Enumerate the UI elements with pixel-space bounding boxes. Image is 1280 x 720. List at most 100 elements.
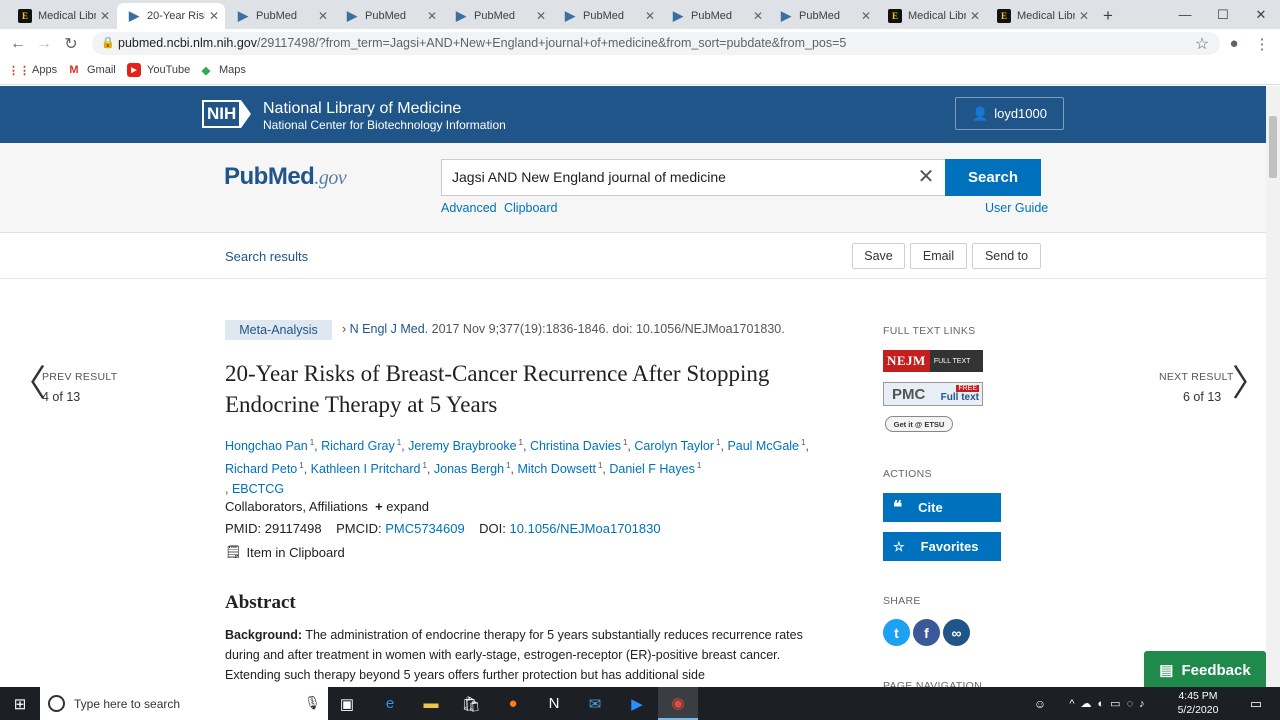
close-tab-icon[interactable]: ✕ xyxy=(318,9,328,23)
account-icon[interactable]: ● xyxy=(1222,29,1246,58)
nlm-title[interactable]: National Library of Medicine xyxy=(263,100,461,118)
prev-result-label[interactable]: PREV RESULT xyxy=(42,371,117,383)
search-results-link[interactable]: Search results xyxy=(225,249,308,264)
author-link[interactable]: Paul McGale xyxy=(727,439,799,453)
bookmark-gmail[interactable]: M Gmail xyxy=(67,63,115,77)
author-link[interactable]: Jonas Bergh xyxy=(434,462,504,476)
notifications-icon[interactable]: ▭ xyxy=(1236,687,1276,720)
journal-link[interactable]: N Engl J Med. xyxy=(350,322,429,336)
browser-tab[interactable]: E Medical Library ✕ xyxy=(878,3,986,29)
browser-tab[interactable]: ▶ PubMed ✕ xyxy=(661,3,769,29)
cite-button[interactable]: ❝ Cite xyxy=(883,493,1001,522)
search-button[interactable]: Search xyxy=(945,159,1041,196)
pmc-full-text-link[interactable]: PMC FREE Full text xyxy=(883,382,983,406)
author-link[interactable]: Jeremy Braybrooke xyxy=(408,439,516,453)
close-tab-icon[interactable]: ✕ xyxy=(209,9,219,23)
browser-tab[interactable]: ▶ PubMed ✕ xyxy=(769,3,877,29)
browser-tab[interactable]: ▶ PubMed ✕ xyxy=(226,3,334,29)
close-tab-icon[interactable]: ✕ xyxy=(100,9,110,23)
minimize-icon[interactable]: — xyxy=(1166,0,1204,29)
new-tab-icon[interactable]: + xyxy=(1097,3,1127,29)
close-tab-icon[interactable]: ✕ xyxy=(1079,9,1089,23)
zoom-icon[interactable]: ▶ xyxy=(617,687,657,720)
feedback-button[interactable]: ▤ Feedback xyxy=(1144,651,1266,689)
forward-icon[interactable]: → xyxy=(32,29,56,58)
mail-icon[interactable]: ✉ xyxy=(575,687,615,720)
prev-result-chevron-icon[interactable]: 〈 xyxy=(10,366,46,402)
advanced-search-link[interactable]: Advanced xyxy=(441,201,497,215)
close-tab-icon[interactable]: ✕ xyxy=(753,9,763,23)
chrome-icon[interactable]: ◉ xyxy=(658,687,698,720)
user-account-button[interactable]: 👤 loyd1000 xyxy=(955,97,1064,130)
get-it-etsu-link[interactable]: Get it @ ETSU xyxy=(885,416,953,432)
scrollbar-thumb[interactable] xyxy=(1269,116,1277,178)
author-link[interactable]: Christina Davies xyxy=(530,439,621,453)
bookmark-star-icon[interactable]: ☆ xyxy=(1190,29,1214,58)
favorites-button[interactable]: ☆ Favorites xyxy=(883,532,1001,561)
menu-kebab-icon[interactable]: ⋮ xyxy=(1250,29,1274,58)
clipboard-link[interactable]: Clipboard xyxy=(504,201,558,215)
pmcid-link[interactable]: PMC5734609 xyxy=(385,521,465,536)
twitter-icon[interactable]: t xyxy=(883,619,910,646)
browser-tab[interactable]: ▶ PubMed ✕ xyxy=(444,3,552,29)
microphone-icon[interactable]: 🎙 xyxy=(304,695,321,711)
author-link[interactable]: Richard Peto xyxy=(225,462,297,476)
bookmark-apps[interactable]: ⋮⋮ Apps xyxy=(8,63,57,77)
author-link[interactable]: Kathleen I Pritchard xyxy=(311,462,421,476)
nih-logo[interactable]: NIH xyxy=(202,98,252,130)
author-link[interactable]: Mitch Dowsett xyxy=(517,462,596,476)
affiliation-sup[interactable]: 1 xyxy=(697,461,701,470)
edge-icon[interactable]: e xyxy=(370,687,410,720)
author-link[interactable]: Hongchao Pan xyxy=(225,439,308,453)
pubmed-logo[interactable]: PubMed.gov xyxy=(224,163,347,191)
back-icon[interactable]: ← xyxy=(6,29,30,58)
windows-start-icon[interactable]: ⊞ xyxy=(0,687,40,720)
task-view-icon[interactable]: ▣ xyxy=(327,687,367,720)
user-guide-link[interactable]: User Guide xyxy=(985,201,1048,215)
close-tab-icon[interactable]: ✕ xyxy=(536,9,546,23)
clear-search-icon[interactable]: ✕ xyxy=(916,167,936,187)
nejm-full-text-link[interactable]: NEJM FULL TEXT xyxy=(883,350,983,372)
expand-toggle[interactable]: expand xyxy=(386,499,429,514)
system-tray-icons[interactable]: ^☁◐▭◌♪ xyxy=(1050,687,1170,720)
author-link[interactable]: Richard Gray xyxy=(321,439,395,453)
bookmark-maps[interactable]: ◆ Maps xyxy=(199,63,246,77)
publication-type-badge[interactable]: Meta-Analysis xyxy=(225,320,332,340)
close-window-icon[interactable]: ✕ xyxy=(1242,0,1280,29)
close-tab-icon[interactable]: ✕ xyxy=(427,9,437,23)
taskbar-search-box[interactable]: Type here to search 🎙 xyxy=(40,687,328,720)
close-tab-icon[interactable]: ✕ xyxy=(645,9,655,23)
author-link[interactable]: EBCTCG xyxy=(232,482,284,496)
firefox-icon[interactable]: ● xyxy=(493,687,533,720)
taskbar-clock[interactable]: 4:45 PM 5/2/2020 xyxy=(1170,689,1226,717)
store-icon[interactable]: 🛍 xyxy=(451,687,491,720)
collaborators-affiliations[interactable]: Collaborators, Affiliations + expand xyxy=(225,499,429,514)
facebook-icon[interactable]: f xyxy=(913,619,940,646)
address-bar[interactable]: 🔒 pubmed.ncbi.nlm.nih.gov/29117498/?from_… xyxy=(92,32,1220,55)
browser-tab[interactable]: ▶ PubMed ✕ xyxy=(335,3,443,29)
permalink-icon[interactable]: ∞ xyxy=(943,619,970,646)
search-input[interactable]: Jagsi AND New England journal of medicin… xyxy=(441,159,945,196)
send-to-button[interactable]: Send to xyxy=(972,243,1041,269)
close-tab-icon[interactable]: ✕ xyxy=(861,9,871,23)
file-explorer-icon[interactable]: ▬ xyxy=(411,687,451,720)
browser-tab-active[interactable]: ▶ 20-Year Risks of ✕ xyxy=(117,3,225,29)
clipboard-status[interactable]: 🗒 Item in Clipboard xyxy=(225,544,345,560)
email-button[interactable]: Email xyxy=(910,243,967,269)
browser-tab[interactable]: E Medical Library ✕ xyxy=(8,3,116,29)
pmc-free-badge: FREE xyxy=(956,385,979,392)
close-tab-icon[interactable]: ✕ xyxy=(970,9,980,23)
bookmark-youtube[interactable]: ▶ YouTube xyxy=(127,63,190,77)
save-button[interactable]: Save xyxy=(852,243,905,269)
maximize-icon[interactable]: ☐ xyxy=(1204,0,1242,29)
author-link[interactable]: Carolyn Taylor xyxy=(634,439,714,453)
notion-icon[interactable]: N xyxy=(534,687,574,720)
browser-tab[interactable]: E Medical Library ✕ xyxy=(987,3,1095,29)
author-link[interactable]: Daniel F Hayes xyxy=(609,462,694,476)
browser-tab[interactable]: ▶ PubMed ✕ xyxy=(553,3,661,29)
next-result-chevron-icon[interactable]: 〉 xyxy=(1232,366,1268,402)
doi-link[interactable]: 10.1056/NEJMoa1701830 xyxy=(510,521,661,536)
reload-icon[interactable]: ↻ xyxy=(59,29,83,58)
next-result-label[interactable]: NEXT RESULT xyxy=(1159,371,1234,383)
tab-title: Medical Library xyxy=(38,10,96,22)
